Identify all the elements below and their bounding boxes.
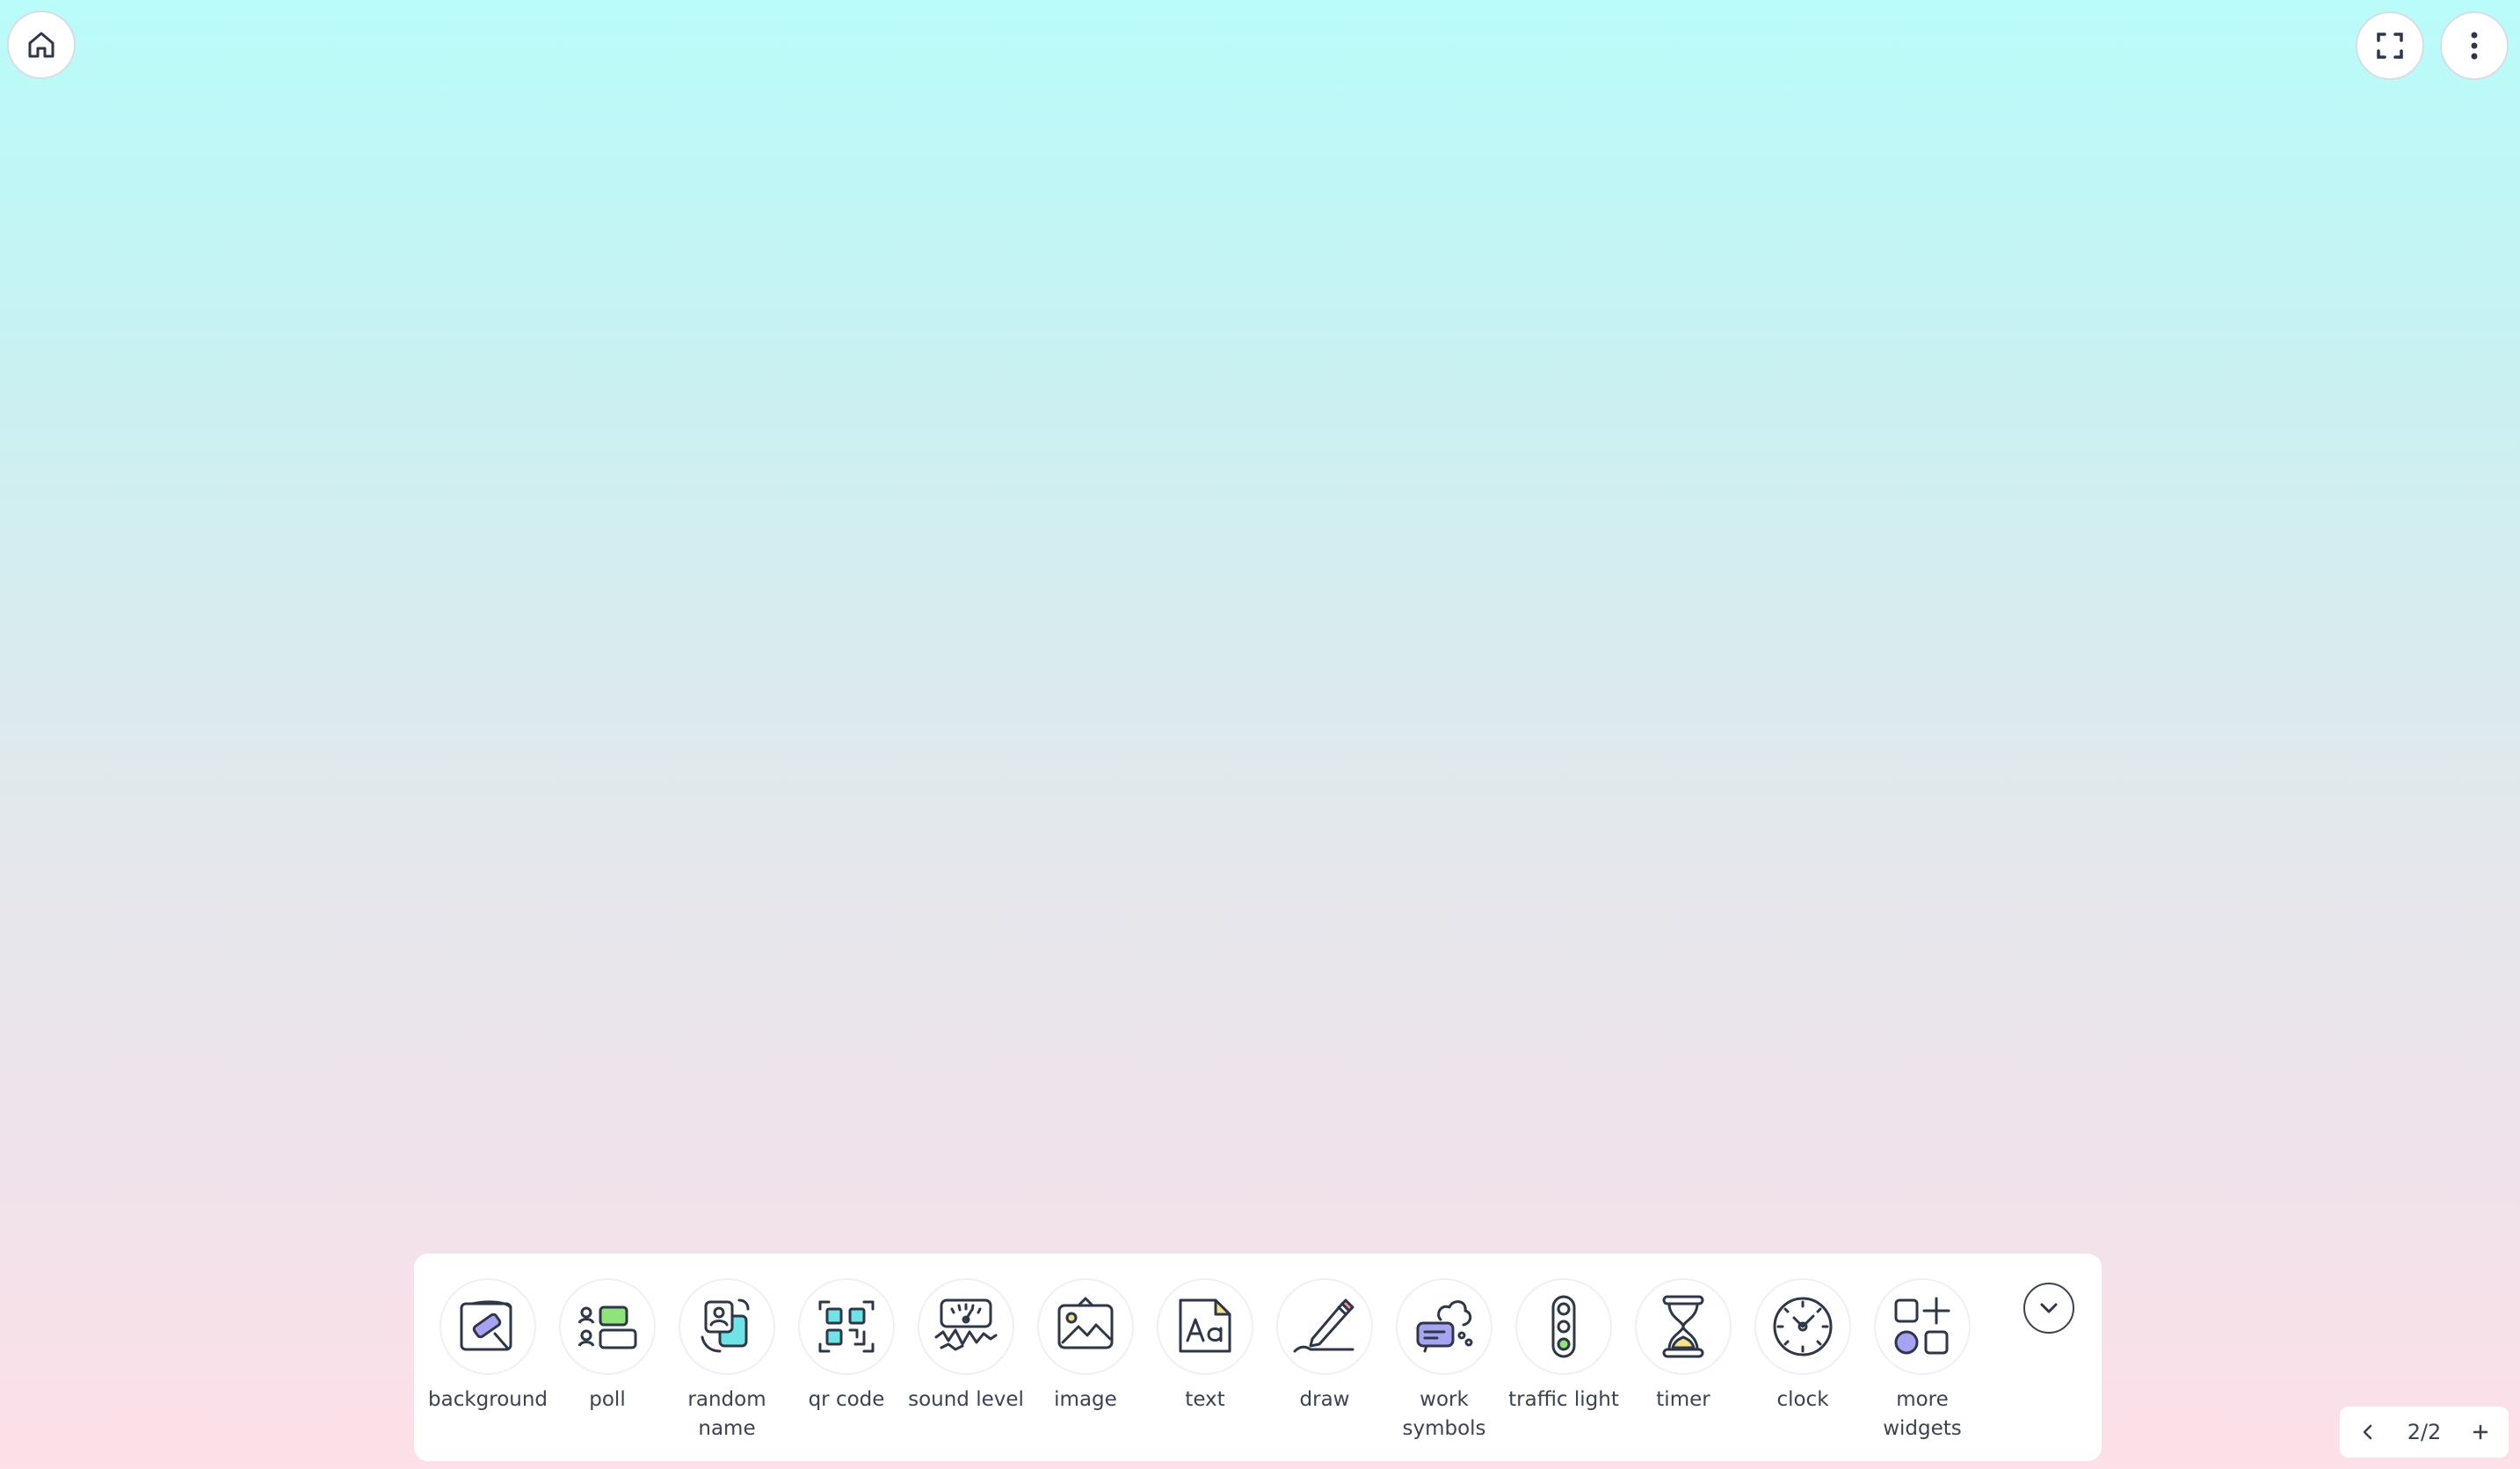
tool-timer-circle <box>1635 1278 1732 1375</box>
tool-timer[interactable]: timer <box>1623 1278 1743 1414</box>
tool-draw-circle <box>1276 1278 1373 1375</box>
tool-clock-circle <box>1754 1278 1851 1375</box>
tool-label: work symbols <box>1402 1388 1486 1440</box>
tool-draw[interactable]: draw <box>1265 1278 1384 1414</box>
tool-work-symbols-circle <box>1396 1278 1492 1375</box>
tool-qr-code-circle <box>798 1278 895 1375</box>
tool-label: qr code <box>808 1388 885 1411</box>
page-indicator: 2/2 <box>2407 1420 2442 1444</box>
collapse-toolbar-button[interactable] <box>2023 1283 2074 1334</box>
tool-sound-level[interactable]: sound level <box>906 1278 1026 1414</box>
tool-label: image <box>1054 1388 1117 1411</box>
tool-random-name-circle <box>679 1278 775 1375</box>
sound-level-icon <box>934 1298 998 1351</box>
tool-clock[interactable]: clock <box>1743 1278 1863 1414</box>
page-navigator: 2/2 <box>2340 1407 2509 1458</box>
tool-background-circle <box>439 1278 536 1375</box>
tool-qr-code[interactable]: qr code <box>787 1278 906 1414</box>
tool-image-circle <box>1037 1278 1134 1375</box>
random-name-icon <box>701 1298 750 1353</box>
more-options-button[interactable] <box>2440 11 2509 80</box>
more-widgets-icon <box>1894 1297 1950 1355</box>
home-icon <box>28 32 54 58</box>
plus-icon <box>2473 1424 2488 1440</box>
home-button[interactable] <box>7 11 76 79</box>
work-symbols-icon <box>1416 1300 1473 1353</box>
tool-label: traffic light <box>1508 1388 1619 1411</box>
fullscreen-button[interactable] <box>2356 11 2424 80</box>
chevron-down-icon <box>2040 1303 2058 1313</box>
tool-label: more widgets <box>1883 1388 1962 1440</box>
tool-random-name[interactable]: random name <box>667 1278 787 1444</box>
chevron-left-icon <box>2363 1424 2372 1440</box>
tool-label: draw <box>1299 1388 1350 1411</box>
tool-text[interactable]: text <box>1145 1278 1265 1414</box>
widget-toolbar: background poll random name qr code soun… <box>414 1254 2102 1461</box>
tool-label: background <box>428 1388 548 1411</box>
tool-label: text <box>1185 1388 1225 1411</box>
tool-label: random name <box>687 1388 766 1440</box>
fullscreen-icon <box>2377 33 2403 59</box>
paint-roller-icon <box>460 1300 512 1351</box>
tool-background[interactable]: background <box>428 1278 548 1414</box>
tool-traffic-light[interactable]: traffic light <box>1504 1278 1623 1414</box>
tool-label: sound level <box>908 1388 1024 1411</box>
tool-poll-circle <box>559 1278 656 1375</box>
tool-label: poll <box>589 1388 626 1411</box>
tool-sound-level-circle <box>918 1278 1014 1375</box>
tool-more-widgets[interactable]: more widgets <box>1863 1278 1982 1444</box>
add-page-button[interactable] <box>2461 1413 2500 1451</box>
tool-text-circle <box>1157 1278 1253 1375</box>
tool-work-symbols[interactable]: work symbols <box>1384 1278 1504 1444</box>
vertical-dots-icon <box>2471 32 2478 60</box>
clock-icon <box>1773 1297 1833 1356</box>
tool-traffic-light-circle <box>1515 1278 1612 1375</box>
qr-code-icon <box>818 1300 875 1353</box>
tool-more-widgets-circle <box>1874 1278 1971 1375</box>
previous-page-button[interactable] <box>2349 1413 2387 1451</box>
hourglass-icon <box>1662 1295 1704 1358</box>
tool-label: clock <box>1776 1388 1829 1411</box>
tool-poll[interactable]: poll <box>548 1278 667 1414</box>
tool-label: timer <box>1656 1388 1710 1411</box>
tool-image[interactable]: image <box>1026 1278 1145 1414</box>
traffic-light-icon <box>1551 1295 1576 1358</box>
text-icon <box>1179 1298 1231 1353</box>
poll-icon <box>577 1305 637 1349</box>
pencil-icon <box>1293 1298 1354 1353</box>
image-icon <box>1057 1297 1114 1349</box>
